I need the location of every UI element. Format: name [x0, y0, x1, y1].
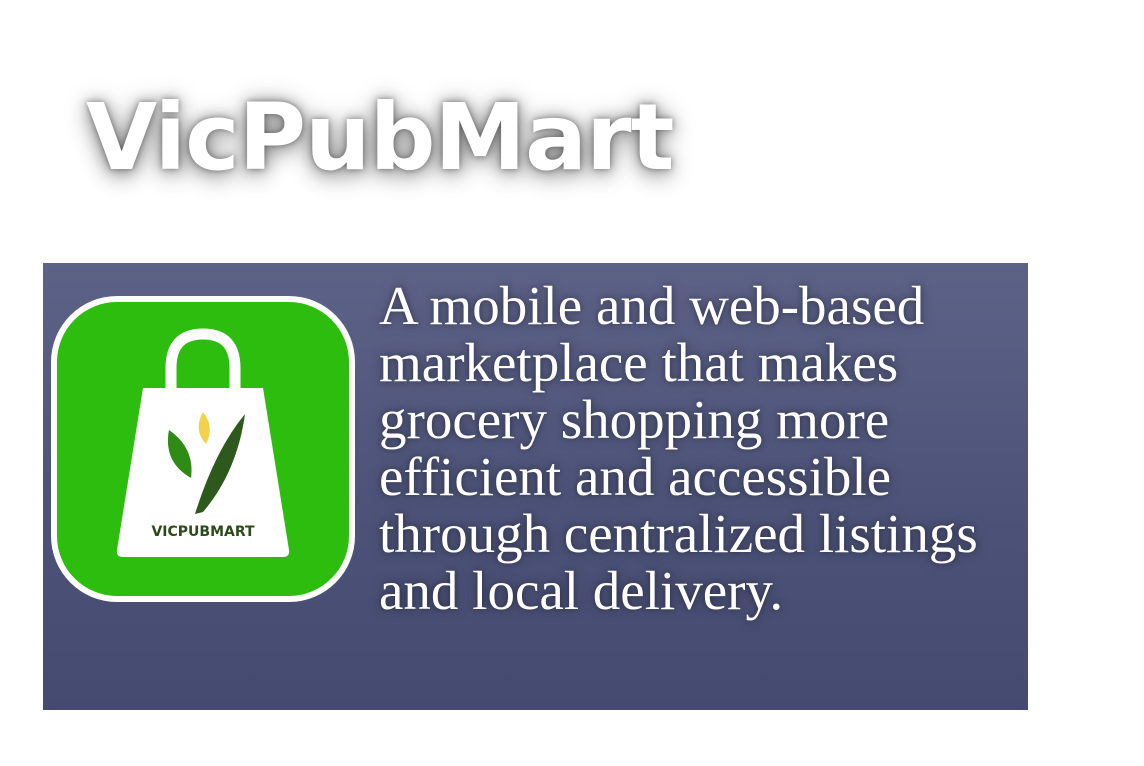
app-logo: VICPUBMART: [51, 296, 355, 602]
description-text: A mobile and web-based marketplace that …: [379, 275, 978, 621]
slide: VicPubMart VICPUBMART A mobile and web-b…: [0, 0, 1144, 766]
logo-brand-text: VICPUBMART: [151, 524, 255, 540]
shopping-bag-icon: VICPUBMART: [116, 328, 290, 557]
logo-background: VICPUBMART: [57, 302, 349, 596]
info-panel: VICPUBMART A mobile and web-based market…: [43, 263, 1028, 710]
page-title: VicPubMart: [86, 84, 674, 191]
